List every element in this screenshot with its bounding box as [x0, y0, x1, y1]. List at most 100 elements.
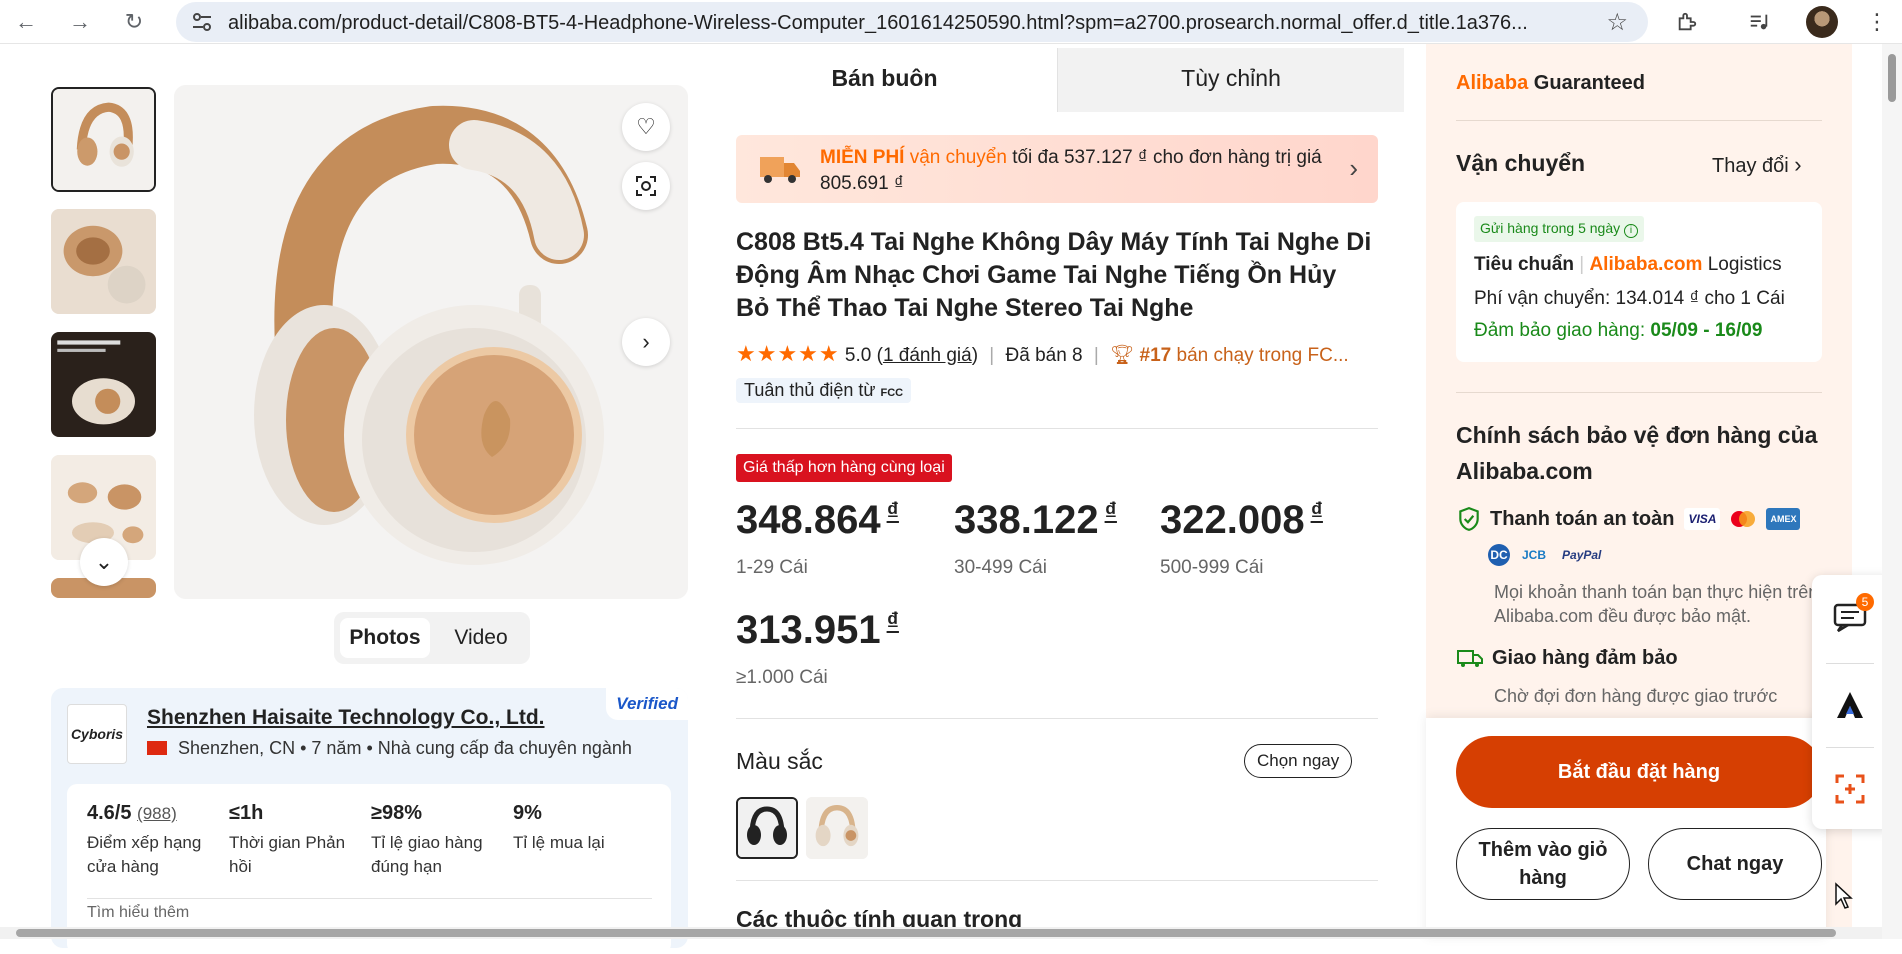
delivery-guarantee: Đảm bảo giao hàng: 05/09 - 16/09 [1474, 320, 1763, 341]
horizontal-scroll-thumb[interactable] [16, 929, 1836, 937]
verified-badge: Verified [606, 688, 688, 720]
rank-text[interactable]: bán chạy trong FC... [1171, 345, 1349, 366]
tab-wholesale[interactable]: Bán buôn [712, 48, 1057, 112]
messages-badge: 5 [1856, 593, 1874, 611]
thumbnail-2[interactable] [51, 209, 156, 314]
china-flag-icon [147, 741, 167, 755]
reload-icon[interactable]: ↻ [118, 6, 150, 38]
profile-avatar[interactable] [1806, 6, 1838, 38]
stat-ontime: ≥98% Tỉ lệ giao hàng đúng hạn [371, 802, 511, 879]
product-title: C808 Bt5.4 Tai Nghe Không Dây Máy Tính T… [736, 228, 1372, 322]
stat-response: ≤1h Thời gian Phản hồi [229, 802, 369, 879]
image-scan-icon[interactable] [1812, 747, 1888, 831]
divider [87, 898, 652, 899]
supplier-footer-partial[interactable]: Tìm hiểu thêm [87, 904, 189, 922]
mastercard-icon [1728, 508, 1758, 530]
fcc-compliance-badge[interactable]: Tuân thủ điện từ FCC [736, 378, 912, 403]
price-tier-1: 348.864 ₫ [736, 498, 899, 543]
shipping-label: vận chuyển [904, 147, 1007, 168]
forward-icon[interactable]: → [64, 6, 96, 38]
url-text[interactable]: alibaba.com/product-detail/C808-BT5-4-He… [228, 12, 1558, 35]
thumbnail-3[interactable] [51, 332, 156, 437]
tab-photos[interactable]: Photos [340, 618, 430, 658]
image-search-icon[interactable] [622, 162, 670, 210]
reviews-link[interactable]: 1 đánh giá [883, 345, 972, 366]
tab-custom[interactable]: Tùy chỉnh [1057, 48, 1404, 112]
currency-symbol: ₫ [886, 498, 899, 525]
stat-rating-label: Điểm xếp hạng cửa hàng [87, 833, 202, 876]
supplier-name-link[interactable]: Shenzhen Haisaite Technology Co., Ltd. [147, 706, 544, 730]
price-value: 313.951 [736, 608, 881, 652]
chevron-right-icon[interactable]: › [622, 318, 670, 366]
change-shipping-link[interactable]: Thay đổi › [1712, 152, 1802, 178]
favorite-heart-icon[interactable]: ♡ [622, 103, 670, 151]
color-swatch-beige[interactable] [806, 797, 868, 859]
paypal-icon: PayPal [1562, 548, 1602, 562]
bookmark-star-icon[interactable]: ☆ [1606, 8, 1628, 37]
stat-response-value: ≤1h [229, 802, 264, 824]
shipping-title: Vận chuyển [1456, 150, 1586, 176]
horizontal-scrollbar[interactable] [0, 927, 1882, 939]
qty-tier-1: 1-29 Cái [736, 557, 808, 578]
supplier-meta: Shenzhen, CN • 7 năm • Nhà cung cấp đa c… [147, 738, 632, 759]
shipping-method: Tiêu chuẩn | Alibaba.com Logistics [1474, 254, 1782, 275]
visa-icon: VISA [1684, 508, 1721, 530]
chat-now-button[interactable]: Chat ngay [1648, 828, 1822, 900]
start-order-button[interactable]: Bắt đầu đặt hàng [1456, 736, 1822, 808]
extensions-icon[interactable] [1672, 8, 1702, 36]
main-product-image[interactable] [174, 85, 688, 599]
delivery-row: Giao hàng đảm bảo [1456, 646, 1678, 670]
ship-time-chip: Gửi hàng trong 5 ngày i [1474, 216, 1645, 242]
choose-now-button[interactable]: Chọn ngay [1244, 744, 1353, 778]
add-to-cart-button[interactable]: Thêm vào giỏ hàng [1456, 828, 1630, 900]
payment-icons-row2: DC JCB PayPal [1488, 544, 1613, 566]
shipping-option-card[interactable]: Gửi hàng trong 5 ngày i Tiêu chuẩn | Ali… [1456, 202, 1822, 362]
back-icon[interactable]: ← [10, 6, 42, 38]
shield-check-icon [1459, 507, 1479, 531]
safe-payment-desc: Mọi khoản thanh toán bạn thực hiện trên … [1494, 582, 1819, 626]
cta-panel: Bắt đầu đặt hàng Thêm vào giỏ hàng Chat … [1426, 718, 1826, 939]
ai-assistant-icon[interactable] [1812, 663, 1888, 747]
chevron-right-icon[interactable]: › [1349, 153, 1358, 184]
vertical-scrollbar[interactable] [1882, 44, 1902, 939]
tab-video[interactable]: Video [438, 618, 524, 658]
qty-tier-4: ≥1.000 Cái [736, 667, 828, 688]
media-control-icon[interactable] [1744, 8, 1774, 36]
stat-reorder: 9% Tỉ lệ mua lại [513, 802, 653, 855]
currency-symbol: ₫ [886, 608, 899, 635]
divider [1456, 392, 1822, 393]
supplier-logo[interactable]: Cyboris [67, 704, 127, 764]
stat-rating: 4.6/5 (988) Điểm xếp hạng cửa hàng [87, 802, 227, 879]
free-shipping-banner[interactable]: MIỄN PHÍ vận chuyển tối đa 537.127 ₫ cho… [736, 135, 1378, 203]
fcc-text: Tuân thủ điện từ [744, 380, 876, 400]
stat-response-label: Thời gian Phản hồi [229, 833, 346, 876]
price-tier-2: 338.122 ₫ [954, 498, 1117, 543]
thumbnail-1[interactable] [51, 87, 156, 192]
diners-icon: DC [1488, 544, 1510, 566]
purchase-tabs: Bán buôn Tùy chỉnh [712, 48, 1404, 112]
supplier-location: Shenzhen, CN [178, 738, 296, 758]
stat-ontime-label: Tỉ lệ giao hàng đúng hạn [371, 833, 483, 876]
chevron-down-icon[interactable]: ⌄ [80, 538, 128, 586]
price-tier-3: 322.008 ₫ [1160, 498, 1323, 543]
truck-icon [760, 157, 800, 183]
floating-dock: 5 [1812, 575, 1888, 829]
vertical-scroll-thumb[interactable] [1888, 54, 1896, 102]
info-icon: i [1624, 224, 1639, 238]
stat-rating-count[interactable]: (988) [137, 804, 177, 823]
messages-icon[interactable]: 5 [1812, 575, 1888, 659]
stat-rating-value: 4.6/5 [87, 802, 132, 824]
trophy-icon: 🏆︎ [1110, 345, 1135, 366]
stat-reorder-value: 9% [513, 802, 542, 824]
rank-number[interactable]: #17 [1140, 345, 1172, 366]
shipping-banner-text: MIỄN PHÍ vận chuyển tối đa 537.127 ₫ cho… [820, 145, 1330, 197]
jcb-icon: JCB [1522, 548, 1547, 562]
address-bar[interactable]: alibaba.com/product-detail/C808-BT5-4-He… [176, 2, 1648, 42]
supplier-years: 7 năm [311, 738, 362, 758]
color-swatch-black[interactable] [736, 797, 798, 859]
rating-stars-icon: ★★★★★ [736, 341, 840, 366]
site-settings-icon[interactable] [190, 10, 214, 34]
divider [736, 718, 1378, 719]
price-tier-4: 313.951 ₫ [736, 608, 899, 653]
menu-kebab-icon[interactable]: ⋮ [1862, 8, 1892, 36]
